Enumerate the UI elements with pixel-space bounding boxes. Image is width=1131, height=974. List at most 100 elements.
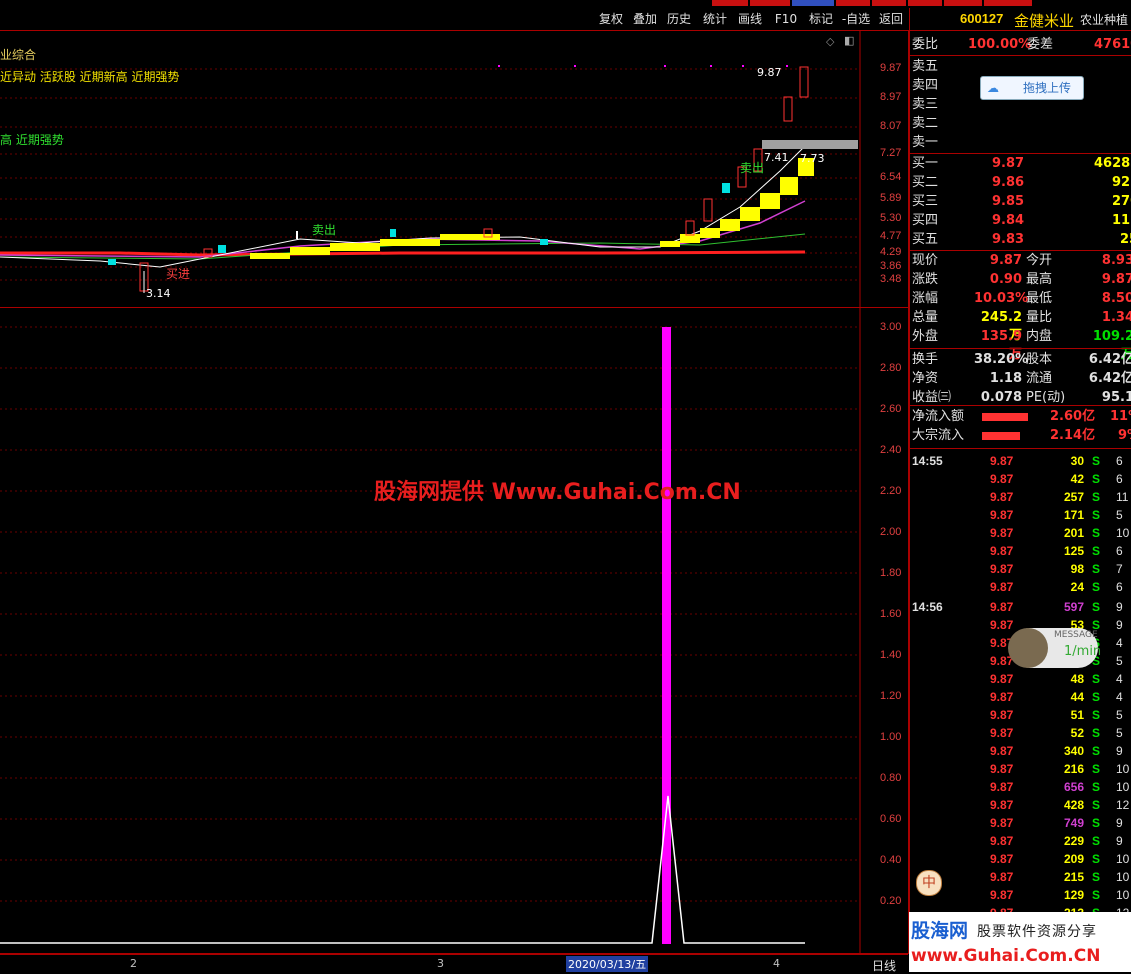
flow-bar	[982, 432, 1020, 440]
flow-label: 净流入额	[912, 409, 965, 424]
tick-count: 10	[1116, 526, 1130, 540]
tick-count: 9	[1116, 744, 1123, 758]
tick-row: 9.87 216 S 10	[912, 760, 1131, 778]
indicator-tick: 0.60	[880, 813, 902, 825]
grey-marker	[762, 140, 858, 149]
tick-volume: 24	[1070, 580, 1084, 594]
bid-volume: 46283	[1094, 156, 1131, 171]
flow-value: 2.60亿	[1050, 409, 1096, 424]
tick-volume: 229	[1063, 834, 1084, 848]
panel-toggle-icon[interactable]: ◧	[844, 34, 854, 47]
bid-price: 9.86	[992, 175, 1025, 190]
sell-signal-label: 卖出	[740, 161, 765, 175]
ma-purple-line	[0, 200, 806, 258]
mascot-icon[interactable]: 中	[916, 870, 942, 896]
indicator-panel[interactable]: 3.00 2.80 2.60 2.40 2.20 2.00 1.80 1.60 …	[0, 308, 909, 954]
month-label: 2	[130, 957, 137, 970]
flow-pct: 11%	[1110, 409, 1131, 424]
tick-row: 9.87 428 S 12	[912, 796, 1131, 814]
tab-segment[interactable]	[750, 0, 790, 6]
promo-banner[interactable]: 股海网 股票软件资源分享 www.Guhai.Com.CN	[909, 912, 1131, 972]
indicator-tick: 2.00	[880, 526, 902, 538]
signal-bar	[662, 327, 671, 944]
quote-label: 股本	[1026, 352, 1053, 367]
indicator-tick: 1.00	[880, 731, 902, 743]
bid-price: 9.83	[992, 232, 1025, 247]
tick-volume: 209	[1063, 852, 1084, 866]
quote-value: 9.87	[989, 253, 1022, 268]
avatar	[1008, 628, 1048, 668]
remove-watchlist-button[interactable]: -自选	[840, 10, 872, 28]
tick-row: 9.87 52 S 5	[912, 724, 1131, 742]
divider	[910, 405, 1131, 406]
tick-row: 9.87 129 S 10	[912, 886, 1131, 904]
quote-label: 换手	[912, 352, 939, 367]
promo-slogan: 股票软件资源分享	[977, 924, 1097, 940]
sector-label[interactable]: 农业种植	[1080, 11, 1128, 28]
tick-row: 9.87 215 S 10	[912, 868, 1131, 886]
tick-price: 9.87	[990, 672, 1014, 686]
restore-rights-button[interactable]: 复权	[596, 10, 626, 28]
tick-side: S	[1092, 744, 1101, 758]
period-button[interactable]: 日线	[872, 957, 896, 974]
mark-button[interactable]: 标记	[806, 10, 836, 28]
history-button[interactable]: 历史	[664, 10, 694, 28]
price-gridlines	[0, 68, 858, 281]
indicator-tick: 1.40	[880, 649, 902, 661]
quote-label: 内盘	[1026, 329, 1053, 344]
tab-segment[interactable]	[872, 0, 906, 6]
quote-label: 涨幅	[912, 291, 939, 306]
tick-volume: 597	[1063, 600, 1084, 614]
buy-signal-label: 买进	[166, 267, 191, 281]
tab-segment[interactable]	[944, 0, 982, 6]
tick-volume: 129	[1063, 888, 1084, 902]
indicator-tick: 2.60	[880, 403, 902, 415]
flow-label: 大宗流入	[912, 428, 965, 443]
tick-count: 9	[1116, 600, 1123, 614]
price-chart-panel[interactable]: ◇ ◧ 业综合 近异动 活跃股 近期新高 近期强势 高 近期强势 9.87 3.…	[0, 30, 909, 309]
bid-label: 买三	[912, 194, 939, 209]
tick-volume: 30	[1070, 454, 1084, 468]
tick-count: 9	[1116, 834, 1123, 848]
tab-segment[interactable]	[984, 0, 1032, 6]
tick-row: 14:56 9.87 597 S 9	[912, 598, 1131, 616]
tick-count: 9	[1116, 816, 1123, 830]
tick-count: 5	[1116, 508, 1123, 522]
diamond-icon[interactable]: ◇	[826, 35, 834, 48]
bid-price: 9.87	[992, 156, 1025, 171]
message-title: MESSAGE	[1054, 630, 1098, 640]
indicator-line	[0, 795, 805, 944]
quote-panel: 600127 金健米业 农业种植 委比 100.00% 委差 47610 卖五 …	[909, 8, 1131, 972]
message-widget[interactable]: MESSAGE 1/min	[1008, 628, 1101, 668]
tick-price: 9.87	[990, 690, 1014, 704]
upload-button[interactable]: ☁ 拖拽上传	[980, 76, 1084, 100]
tick-side: S	[1092, 708, 1101, 722]
flow-row: 大宗流入 2.14亿 9%	[912, 427, 1131, 445]
tick-price: 9.87	[990, 744, 1014, 758]
tick-side: S	[1092, 526, 1101, 540]
divider	[910, 348, 1131, 349]
indicator-tick: 2.40	[880, 444, 902, 456]
quote-value: 1.34	[1101, 310, 1131, 325]
price-tick: 5.30	[880, 212, 902, 224]
signal-dots	[498, 65, 788, 67]
high-price-label: 9.87	[757, 66, 782, 79]
tab-segment[interactable]	[836, 0, 870, 6]
tick-price: 9.87	[990, 852, 1014, 866]
tab-segment[interactable]	[712, 0, 748, 6]
quote-value: 0.90	[989, 272, 1022, 287]
f10-button[interactable]: F10	[772, 10, 800, 28]
tick-price: 9.87	[990, 834, 1014, 848]
overlay-button[interactable]: 叠加	[630, 10, 660, 28]
back-button[interactable]: 返回	[876, 10, 906, 28]
flow-row: 净流入额 2.60亿 11%	[912, 408, 1131, 426]
tab-segment[interactable]	[908, 0, 942, 6]
low-price-label: 3.14	[146, 287, 171, 300]
tab-segment[interactable]	[792, 0, 834, 6]
draw-line-button[interactable]: 画线	[735, 10, 765, 28]
tick-volume: 216	[1063, 762, 1084, 776]
bid-volume: 921	[1112, 175, 1131, 190]
tick-side: S	[1092, 834, 1101, 848]
order-ratio-value: 100.00%	[968, 37, 1032, 52]
statistics-button[interactable]: 统计	[700, 10, 730, 28]
